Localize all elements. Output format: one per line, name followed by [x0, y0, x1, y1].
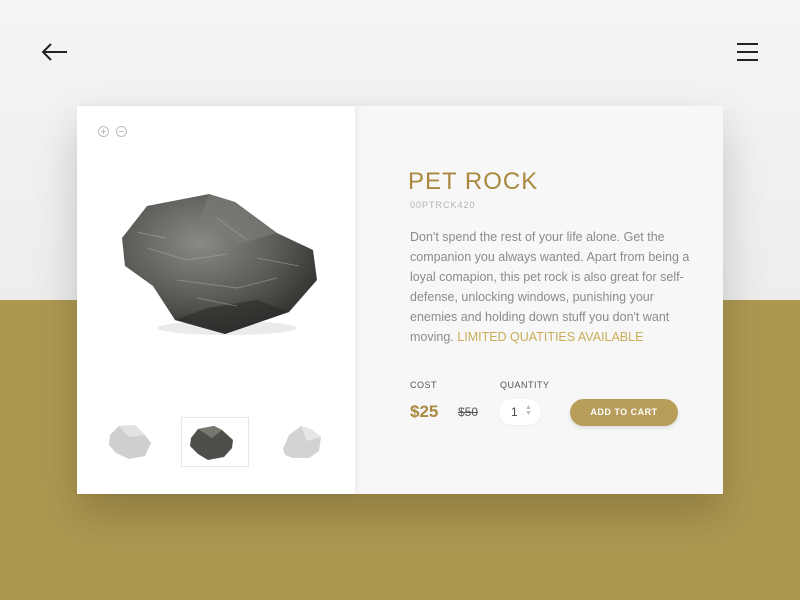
menu-button[interactable]	[735, 40, 761, 64]
quantity-stepper[interactable]: 1 ▲ ▼	[499, 399, 541, 425]
arrow-left-icon	[41, 43, 67, 61]
quantity-label: QUANTITY	[500, 380, 550, 390]
product-card: PET ROCK 00PTRCK420 Don't spend the rest…	[77, 106, 723, 494]
stepper-arrows-icon[interactable]: ▲ ▼	[525, 404, 532, 417]
thumbnail-2-selected[interactable]	[181, 417, 249, 467]
add-to-cart-button[interactable]: ADD TO CART	[570, 399, 678, 426]
description-text: Don't spend the rest of your life alone.…	[410, 230, 690, 344]
current-price: $25	[410, 402, 439, 421]
product-gallery	[77, 106, 355, 494]
hamburger-menu-icon	[737, 43, 758, 61]
quantity-value[interactable]: 1	[511, 405, 518, 419]
zoom-out-icon[interactable]	[116, 126, 127, 137]
limited-availability-note: LIMITED QUATITIES AVAILABLE	[457, 330, 644, 344]
product-title: PET ROCK	[408, 168, 539, 195]
product-details: PET ROCK 00PTRCK420 Don't spend the rest…	[355, 106, 723, 494]
product-image	[117, 188, 323, 340]
back-button[interactable]	[40, 38, 70, 66]
thumbnail-3[interactable]	[273, 417, 341, 467]
product-sku: 00PTRCK420	[410, 200, 476, 210]
cost-label: COST	[410, 380, 438, 390]
original-price: $50	[458, 405, 479, 419]
zoom-in-icon[interactable]	[98, 126, 109, 137]
thumbnail-1[interactable]	[101, 417, 169, 467]
product-description: Don't spend the rest of your life alone.…	[410, 227, 695, 347]
